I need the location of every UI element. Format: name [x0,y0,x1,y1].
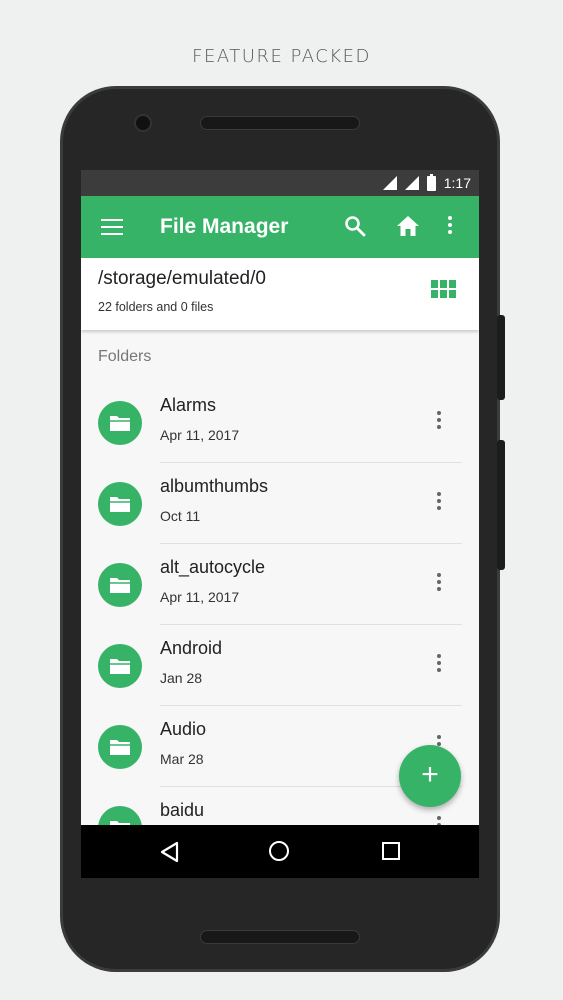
top-speaker [200,116,360,130]
recents-icon[interactable] [382,842,400,860]
folder-name: alt_autocycle [160,557,266,577]
volume-button [497,315,505,400]
folder-date: Jan 28 [160,670,203,686]
folder-icon [98,482,142,526]
folder-date: Mar 28 [160,751,204,767]
bottom-speaker [200,930,360,944]
home-nav-icon[interactable] [269,841,289,861]
section-title: Folders [98,348,152,365]
app-screen: 1:17 File Manager /storage/emulated/0 22… [81,170,479,878]
wifi-signal-icon [382,176,397,190]
app-title: File Manager [160,215,289,238]
add-fab-button[interactable]: + [399,745,461,807]
folder-name: Android [160,638,223,658]
folder-name: baidu [160,800,205,820]
more-vert-icon[interactable] [436,573,442,593]
back-icon[interactable] [159,841,179,863]
folder-date: Oct 11 [160,508,201,524]
folder-name: Alarms [160,395,217,415]
folder-summary: 22 folders and 0 files [98,300,214,314]
home-icon[interactable] [396,215,420,237]
list-item[interactable]: albumthumbs Oct 11 [81,463,479,544]
promo-caption: FEATURE PACKED [192,46,371,67]
folder-date: Apr 11, 2017 [160,427,240,443]
folder-date: Apr 11, 2017 [160,589,240,605]
power-button [497,440,505,570]
menu-icon[interactable] [101,219,123,235]
folder-icon [98,725,142,769]
list-item[interactable]: Alarms Apr 11, 2017 [81,382,479,463]
more-vert-icon[interactable] [436,654,442,674]
more-vert-icon[interactable] [436,411,442,431]
path-bar: /storage/emulated/0 22 folders and 0 fil… [81,258,479,330]
cell-signal-icon [404,176,419,190]
status-bar: 1:17 [81,170,479,196]
more-vert-icon[interactable] [436,492,442,512]
folder-name: albumthumbs [160,476,269,496]
system-nav-bar [81,825,479,878]
folder-icon [98,563,142,607]
list-item[interactable]: alt_autocycle Apr 11, 2017 [81,544,479,625]
folder-icon [98,401,142,445]
grid-view-icon[interactable] [431,280,457,300]
more-vert-icon[interactable] [447,216,453,236]
current-path: /storage/emulated/0 [98,268,266,289]
search-icon[interactable] [344,215,366,237]
status-time: 1:17 [443,175,471,191]
folder-name: Audio [160,719,207,739]
app-bar: File Manager [81,196,479,258]
folder-icon [98,644,142,688]
front-camera [134,114,152,132]
battery-icon [426,173,436,191]
list-item[interactable]: Android Jan 28 [81,625,479,706]
